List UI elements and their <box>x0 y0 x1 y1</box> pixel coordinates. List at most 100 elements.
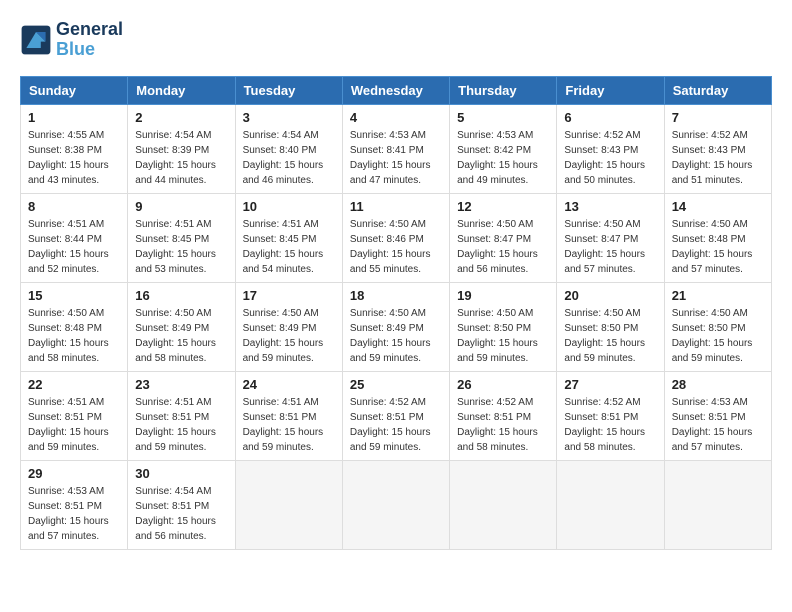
day-number: 4 <box>350 110 442 125</box>
day-info: Sunrise: 4:50 AM Sunset: 8:49 PM Dayligh… <box>350 306 442 366</box>
weekday-header: Sunday <box>21 76 128 104</box>
day-info: Sunrise: 4:51 AM Sunset: 8:51 PM Dayligh… <box>243 395 335 455</box>
day-number: 14 <box>672 199 764 214</box>
calendar-cell: 28 Sunrise: 4:53 AM Sunset: 8:51 PM Dayl… <box>664 371 771 460</box>
day-number: 22 <box>28 377 120 392</box>
calendar-cell: 5 Sunrise: 4:53 AM Sunset: 8:42 PM Dayli… <box>450 104 557 193</box>
calendar-cell: 3 Sunrise: 4:54 AM Sunset: 8:40 PM Dayli… <box>235 104 342 193</box>
day-info: Sunrise: 4:50 AM Sunset: 8:47 PM Dayligh… <box>564 217 656 277</box>
day-number: 21 <box>672 288 764 303</box>
day-info: Sunrise: 4:50 AM Sunset: 8:48 PM Dayligh… <box>672 217 764 277</box>
calendar-cell: 2 Sunrise: 4:54 AM Sunset: 8:39 PM Dayli… <box>128 104 235 193</box>
calendar-cell: 4 Sunrise: 4:53 AM Sunset: 8:41 PM Dayli… <box>342 104 449 193</box>
day-info: Sunrise: 4:50 AM Sunset: 8:50 PM Dayligh… <box>457 306 549 366</box>
day-number: 27 <box>564 377 656 392</box>
calendar-cell: 21 Sunrise: 4:50 AM Sunset: 8:50 PM Dayl… <box>664 282 771 371</box>
day-number: 20 <box>564 288 656 303</box>
calendar-cell: 23 Sunrise: 4:51 AM Sunset: 8:51 PM Dayl… <box>128 371 235 460</box>
calendar-week-row: 8 Sunrise: 4:51 AM Sunset: 8:44 PM Dayli… <box>21 193 772 282</box>
calendar-cell <box>664 460 771 549</box>
calendar-week-row: 1 Sunrise: 4:55 AM Sunset: 8:38 PM Dayli… <box>21 104 772 193</box>
day-number: 23 <box>135 377 227 392</box>
day-info: Sunrise: 4:54 AM Sunset: 8:40 PM Dayligh… <box>243 128 335 188</box>
day-number: 19 <box>457 288 549 303</box>
day-info: Sunrise: 4:54 AM Sunset: 8:51 PM Dayligh… <box>135 484 227 544</box>
weekday-header: Saturday <box>664 76 771 104</box>
day-info: Sunrise: 4:50 AM Sunset: 8:49 PM Dayligh… <box>135 306 227 366</box>
calendar-cell: 1 Sunrise: 4:55 AM Sunset: 8:38 PM Dayli… <box>21 104 128 193</box>
calendar-cell: 26 Sunrise: 4:52 AM Sunset: 8:51 PM Dayl… <box>450 371 557 460</box>
calendar-cell: 29 Sunrise: 4:53 AM Sunset: 8:51 PM Dayl… <box>21 460 128 549</box>
day-info: Sunrise: 4:53 AM Sunset: 8:42 PM Dayligh… <box>457 128 549 188</box>
logo-text: General Blue <box>56 20 123 60</box>
weekday-header: Wednesday <box>342 76 449 104</box>
day-number: 10 <box>243 199 335 214</box>
logo: General Blue <box>20 20 123 60</box>
page-header: General Blue <box>20 20 772 60</box>
calendar-cell: 22 Sunrise: 4:51 AM Sunset: 8:51 PM Dayl… <box>21 371 128 460</box>
day-number: 15 <box>28 288 120 303</box>
day-info: Sunrise: 4:53 AM Sunset: 8:51 PM Dayligh… <box>672 395 764 455</box>
calendar-cell: 15 Sunrise: 4:50 AM Sunset: 8:48 PM Dayl… <box>21 282 128 371</box>
day-number: 5 <box>457 110 549 125</box>
calendar-cell <box>557 460 664 549</box>
calendar-cell <box>342 460 449 549</box>
day-info: Sunrise: 4:50 AM Sunset: 8:46 PM Dayligh… <box>350 217 442 277</box>
calendar-cell <box>450 460 557 549</box>
day-number: 1 <box>28 110 120 125</box>
day-number: 6 <box>564 110 656 125</box>
calendar-cell: 10 Sunrise: 4:51 AM Sunset: 8:45 PM Dayl… <box>235 193 342 282</box>
day-number: 16 <box>135 288 227 303</box>
day-number: 24 <box>243 377 335 392</box>
day-number: 13 <box>564 199 656 214</box>
weekday-header: Tuesday <box>235 76 342 104</box>
day-info: Sunrise: 4:50 AM Sunset: 8:49 PM Dayligh… <box>243 306 335 366</box>
weekday-header: Thursday <box>450 76 557 104</box>
day-number: 7 <box>672 110 764 125</box>
day-info: Sunrise: 4:51 AM Sunset: 8:44 PM Dayligh… <box>28 217 120 277</box>
calendar-week-row: 29 Sunrise: 4:53 AM Sunset: 8:51 PM Dayl… <box>21 460 772 549</box>
day-info: Sunrise: 4:51 AM Sunset: 8:51 PM Dayligh… <box>28 395 120 455</box>
logo-icon <box>20 24 52 56</box>
day-number: 29 <box>28 466 120 481</box>
calendar-cell: 17 Sunrise: 4:50 AM Sunset: 8:49 PM Dayl… <box>235 282 342 371</box>
day-info: Sunrise: 4:52 AM Sunset: 8:43 PM Dayligh… <box>564 128 656 188</box>
day-number: 25 <box>350 377 442 392</box>
day-info: Sunrise: 4:52 AM Sunset: 8:51 PM Dayligh… <box>350 395 442 455</box>
day-info: Sunrise: 4:50 AM Sunset: 8:50 PM Dayligh… <box>672 306 764 366</box>
calendar-cell: 27 Sunrise: 4:52 AM Sunset: 8:51 PM Dayl… <box>557 371 664 460</box>
day-info: Sunrise: 4:55 AM Sunset: 8:38 PM Dayligh… <box>28 128 120 188</box>
day-number: 18 <box>350 288 442 303</box>
calendar-cell: 7 Sunrise: 4:52 AM Sunset: 8:43 PM Dayli… <box>664 104 771 193</box>
calendar-cell: 30 Sunrise: 4:54 AM Sunset: 8:51 PM Dayl… <box>128 460 235 549</box>
calendar-cell: 24 Sunrise: 4:51 AM Sunset: 8:51 PM Dayl… <box>235 371 342 460</box>
day-info: Sunrise: 4:51 AM Sunset: 8:45 PM Dayligh… <box>135 217 227 277</box>
calendar-cell <box>235 460 342 549</box>
calendar-week-row: 22 Sunrise: 4:51 AM Sunset: 8:51 PM Dayl… <box>21 371 772 460</box>
day-info: Sunrise: 4:52 AM Sunset: 8:51 PM Dayligh… <box>457 395 549 455</box>
day-info: Sunrise: 4:52 AM Sunset: 8:51 PM Dayligh… <box>564 395 656 455</box>
day-info: Sunrise: 4:50 AM Sunset: 8:47 PM Dayligh… <box>457 217 549 277</box>
day-number: 30 <box>135 466 227 481</box>
calendar-cell: 19 Sunrise: 4:50 AM Sunset: 8:50 PM Dayl… <box>450 282 557 371</box>
day-number: 11 <box>350 199 442 214</box>
day-number: 17 <box>243 288 335 303</box>
day-number: 28 <box>672 377 764 392</box>
day-info: Sunrise: 4:53 AM Sunset: 8:51 PM Dayligh… <box>28 484 120 544</box>
calendar-table: SundayMondayTuesdayWednesdayThursdayFrid… <box>20 76 772 550</box>
calendar-week-row: 15 Sunrise: 4:50 AM Sunset: 8:48 PM Dayl… <box>21 282 772 371</box>
day-number: 2 <box>135 110 227 125</box>
day-number: 3 <box>243 110 335 125</box>
calendar-cell: 16 Sunrise: 4:50 AM Sunset: 8:49 PM Dayl… <box>128 282 235 371</box>
weekday-header: Friday <box>557 76 664 104</box>
day-info: Sunrise: 4:50 AM Sunset: 8:48 PM Dayligh… <box>28 306 120 366</box>
day-info: Sunrise: 4:51 AM Sunset: 8:45 PM Dayligh… <box>243 217 335 277</box>
day-info: Sunrise: 4:51 AM Sunset: 8:51 PM Dayligh… <box>135 395 227 455</box>
calendar-cell: 9 Sunrise: 4:51 AM Sunset: 8:45 PM Dayli… <box>128 193 235 282</box>
day-number: 26 <box>457 377 549 392</box>
calendar-cell: 20 Sunrise: 4:50 AM Sunset: 8:50 PM Dayl… <box>557 282 664 371</box>
calendar-cell: 18 Sunrise: 4:50 AM Sunset: 8:49 PM Dayl… <box>342 282 449 371</box>
calendar-cell: 25 Sunrise: 4:52 AM Sunset: 8:51 PM Dayl… <box>342 371 449 460</box>
day-info: Sunrise: 4:53 AM Sunset: 8:41 PM Dayligh… <box>350 128 442 188</box>
weekday-header: Monday <box>128 76 235 104</box>
